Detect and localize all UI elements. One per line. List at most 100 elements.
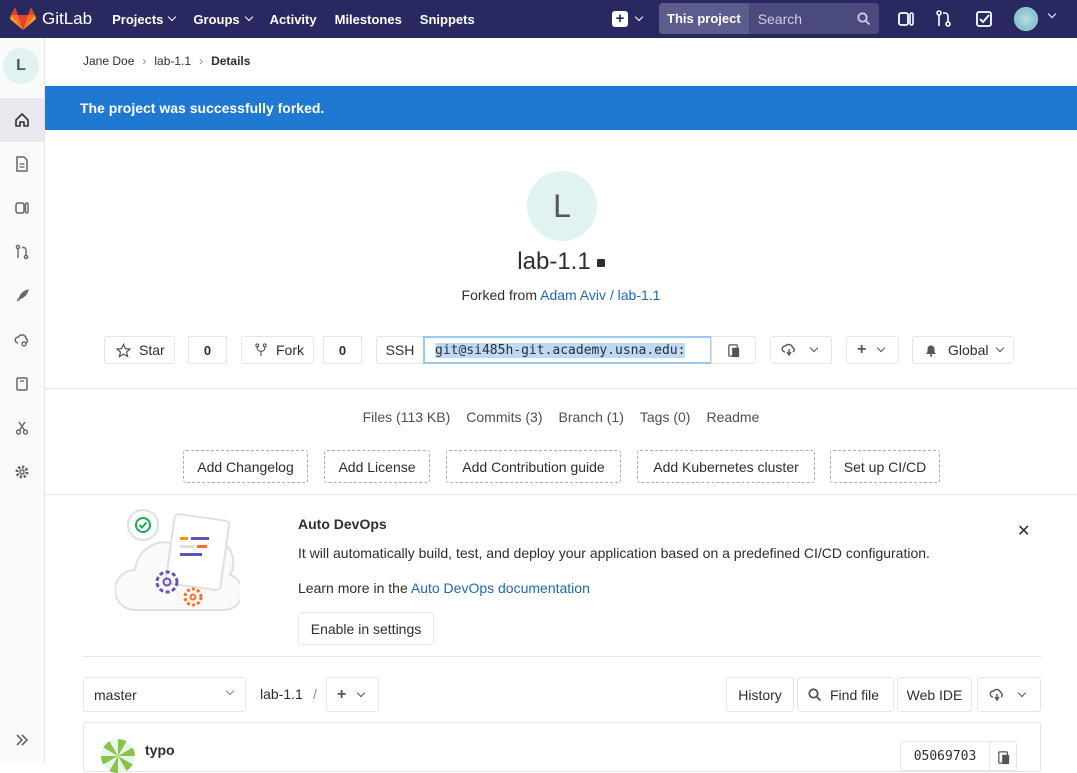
auto-devops-title: Auto DevOps — [298, 516, 387, 532]
auto-devops-docs-link[interactable]: Auto DevOps documentation — [411, 580, 590, 596]
sidebar-item-overview[interactable] — [0, 98, 44, 142]
add-changelog-button[interactable]: Add Changelog — [183, 450, 308, 483]
add-to-tree-dropdown[interactable]: + — [326, 677, 379, 712]
search-icon — [857, 11, 870, 25]
sidebar-item-issues[interactable] — [0, 186, 44, 230]
copy-url-button[interactable] — [711, 336, 756, 364]
collapse-sidebar-button[interactable] — [0, 718, 44, 762]
tree-path-separator: / — [313, 686, 317, 702]
nav-milestones[interactable]: Milestones — [335, 12, 402, 27]
enable-in-settings-button[interactable]: Enable in settings — [298, 612, 434, 645]
copy-sha-button[interactable] — [989, 741, 1017, 771]
breadcrumb-current[interactable]: Details — [211, 54, 250, 68]
sidebar-project-avatar[interactable]: L — [3, 48, 39, 84]
nav-groups-label: Groups — [193, 11, 240, 27]
tree-path-root[interactable]: lab-1.1 — [260, 686, 303, 702]
sidebar-item-settings[interactable] — [0, 450, 44, 494]
chevron-down-icon — [996, 343, 1005, 353]
stat-commits[interactable]: Commits (3) — [466, 409, 542, 425]
cloud-gear-icon — [14, 334, 29, 347]
nav-projects-label: Projects — [112, 11, 164, 27]
stat-files[interactable]: Files (113 KB) — [363, 409, 451, 425]
gitlab-logo[interactable]: GitLab — [10, 7, 92, 31]
new-dropdown[interactable]: + — [612, 0, 644, 38]
gitlab-fox-icon — [10, 7, 36, 30]
document-icon — [16, 156, 28, 172]
star-count[interactable]: 0 — [188, 336, 227, 364]
issues-icon — [15, 202, 29, 214]
forked-from-link[interactable]: Adam Aviv / lab-1.1 — [540, 287, 660, 303]
commit-title[interactable]: typo — [145, 742, 175, 758]
clipboard-icon — [727, 343, 739, 357]
plus-icon: + — [857, 341, 867, 358]
search-input[interactable] — [757, 10, 853, 27]
add-license-button[interactable]: Add License — [324, 450, 430, 483]
search-box[interactable]: This project — [659, 3, 879, 34]
nav-snippets[interactable]: Snippets — [420, 12, 475, 27]
divider — [45, 494, 1077, 495]
add-kubernetes-cluster-button[interactable]: Add Kubernetes cluster — [637, 450, 815, 483]
nav-projects[interactable]: Projects — [112, 11, 177, 27]
project-avatar: L — [527, 171, 597, 241]
stat-tags[interactable]: Tags (0) — [640, 409, 691, 425]
clone-protocol-label[interactable]: SSH — [376, 336, 424, 364]
setup-ci-cd-button[interactable]: Set up CI/CD — [830, 450, 940, 483]
auto-devops-learn-more: Learn more in the Auto DevOps documentat… — [298, 580, 590, 596]
stat-branch[interactable]: Branch (1) — [559, 409, 624, 425]
sidebar-item-operations[interactable] — [0, 318, 44, 362]
flash-notice: The project was successfully forked. — [45, 86, 1077, 130]
close-icon[interactable]: ✕ — [1017, 521, 1030, 541]
forked-from: Forked from Adam Aviv / lab-1.1 — [0, 287, 1077, 303]
search-icon — [808, 687, 822, 701]
chevron-down-icon — [1017, 688, 1027, 697]
find-file-button[interactable]: Find file — [797, 677, 894, 712]
add-contribution-guide-button[interactable]: Add Contribution guide — [446, 450, 621, 483]
user-avatar[interactable] — [1014, 7, 1038, 31]
branch-select[interactable]: master — [83, 677, 246, 712]
search-scope-badge[interactable]: This project — [659, 3, 749, 34]
notification-dropdown[interactable]: Global — [912, 336, 1014, 364]
add-dropdown[interactable]: + — [846, 336, 899, 364]
project-stats: Files (113 KB) Commits (3) Branch (1) Ta… — [0, 409, 1077, 425]
breadcrumb-project[interactable]: lab-1.1 — [154, 54, 191, 68]
ssh-url-field[interactable]: git@si485h-git.academy.usna.edu: — [423, 336, 712, 364]
issues-icon[interactable] — [896, 9, 916, 29]
divider — [45, 388, 1077, 389]
chevron-down-icon — [634, 12, 644, 22]
fork-button[interactable]: Fork — [241, 336, 314, 364]
chevron-down-icon — [809, 343, 819, 353]
fork-label: Fork — [276, 342, 304, 358]
ssh-url-text: git@si485h-git.academy.usna.edu: — [435, 342, 686, 358]
chevron-down-icon — [357, 688, 366, 697]
project-title: lab-1.1 — [0, 248, 1077, 276]
commit-sha[interactable]: 05069703 — [900, 741, 990, 771]
plus-icon: + — [337, 685, 347, 703]
chevron-down-icon — [225, 686, 235, 696]
download-cloud-icon — [989, 688, 1003, 701]
web-ide-button[interactable]: Web IDE — [897, 677, 972, 712]
todos-icon[interactable] — [974, 9, 994, 29]
chevron-right-icon: › — [142, 54, 147, 68]
auto-devops-illustration — [115, 509, 240, 611]
nav-groups[interactable]: Groups — [193, 11, 253, 27]
nav-activity[interactable]: Activity — [270, 12, 317, 27]
commit-author-avatar[interactable] — [101, 739, 135, 773]
download-dropdown-tree[interactable] — [977, 677, 1041, 712]
auto-devops-description: It will automatically build, test, and d… — [298, 545, 930, 561]
star-button[interactable]: Star — [104, 336, 175, 364]
merge-requests-icon[interactable] — [934, 9, 954, 29]
breadcrumb: Jane Doe › lab-1.1 › Details — [83, 54, 250, 68]
project-sidebar: L — [0, 38, 45, 763]
branch-select-value: master — [94, 686, 137, 703]
sidebar-item-repository[interactable] — [0, 142, 44, 186]
sidebar-item-wiki[interactable] — [0, 362, 44, 406]
download-dropdown[interactable] — [770, 336, 832, 364]
forked-from-prefix: Forked from — [461, 287, 537, 303]
breadcrumb-user[interactable]: Jane Doe — [83, 54, 134, 68]
book-icon — [16, 377, 28, 391]
chevron-down-icon[interactable] — [1047, 9, 1057, 19]
stat-readme[interactable]: Readme — [706, 409, 759, 425]
history-button[interactable]: History — [726, 677, 794, 712]
fork-count[interactable]: 0 — [323, 336, 362, 364]
star-label: Star — [139, 342, 165, 358]
